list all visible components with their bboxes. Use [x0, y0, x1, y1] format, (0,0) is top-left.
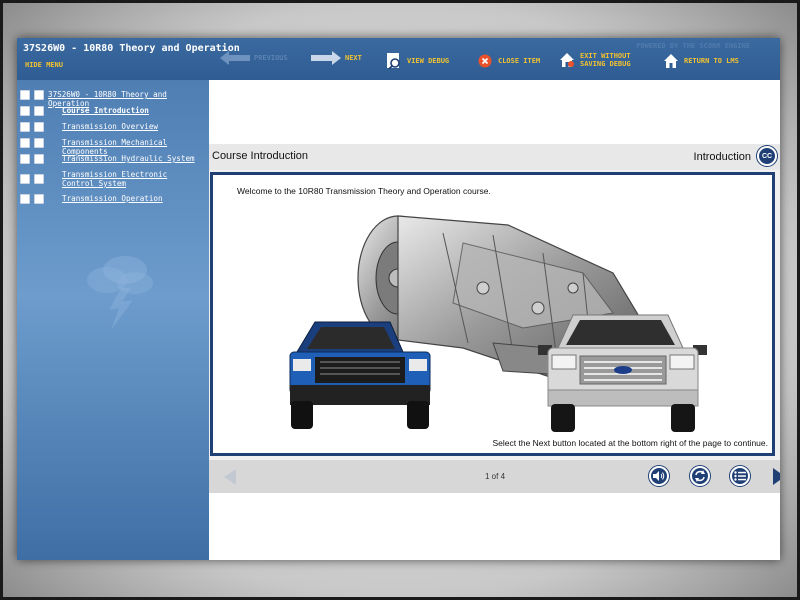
powered-by-text: POWERED BY THE SCORM ENGINE — [636, 42, 750, 50]
list-icon — [734, 471, 746, 481]
status-checkbox — [34, 90, 44, 100]
status-checkbox — [20, 194, 30, 204]
status-checkbox — [34, 194, 44, 204]
status-checkbox — [34, 122, 44, 132]
close-icon — [477, 53, 493, 69]
course-menu-sidebar: 37S26W0 - 10R80 Theory and Operation Cou… — [17, 80, 209, 560]
status-checkbox — [34, 106, 44, 116]
main-bottom-blank — [209, 493, 780, 560]
previous-button[interactable]: PREVIOUS — [220, 51, 288, 65]
sidebar-item-electronic-control-system[interactable]: Transmission Electronic Control System — [20, 170, 192, 188]
section-title: Introduction — [693, 151, 751, 163]
silver-truck-image — [538, 314, 707, 432]
view-debug-button[interactable]: VIEW DEBUG — [386, 53, 449, 69]
previous-page-button[interactable] — [223, 469, 237, 485]
sidebar-item-course-introduction[interactable]: Course Introduction — [20, 106, 149, 116]
continue-instruction: Select the Next button located at the bo… — [492, 438, 769, 448]
view-debug-label: VIEW DEBUG — [407, 57, 450, 65]
blue-truck-image — [289, 321, 431, 429]
status-checkbox — [20, 138, 30, 148]
replay-button[interactable] — [690, 466, 710, 486]
sidebar-item-label: Transmission Hydraulic System — [62, 154, 195, 163]
lesson-title: Course Introduction — [212, 150, 308, 162]
scorm-watermark-logo — [87, 256, 153, 330]
close-item-label: CLOSE ITEM — [498, 57, 541, 65]
arrow-right-icon — [311, 51, 341, 65]
exit-without-saving-button[interactable]: EXIT WITHOUT SAVING DEBUG — [559, 52, 631, 68]
sidebar-item-label: Transmission Operation — [62, 194, 163, 203]
previous-label: PREVIOUS — [254, 54, 288, 62]
top-toolbar: 37S26W0 - 10R80 Theory and Operation HID… — [17, 38, 780, 80]
status-checkbox — [34, 138, 44, 148]
arrow-left-icon — [220, 51, 250, 65]
close-item-button[interactable]: CLOSE ITEM — [477, 53, 540, 69]
course-title: 37S26W0 - 10R80 Theory and Operation — [23, 43, 240, 54]
return-to-lms-button[interactable]: RETURN TO LMS — [663, 53, 739, 69]
content-header-bar: Course Introduction Introduction CC — [209, 144, 780, 170]
hide-menu-link[interactable]: HIDE MENU — [25, 61, 63, 69]
page-counter: 1 of 4 — [485, 472, 506, 481]
next-button[interactable]: NEXT — [311, 51, 362, 65]
welcome-text: Welcome to the 10R80 Transmission Theory… — [237, 186, 491, 196]
sidebar-item-label: Transmission Electronic Control System — [62, 170, 168, 188]
next-page-button[interactable] — [772, 468, 780, 485]
scorm-player-window: 37S26W0 - 10R80 Theory and Operation HID… — [17, 38, 780, 560]
home-icon — [663, 53, 679, 69]
status-checkbox — [20, 90, 30, 100]
status-checkbox — [20, 174, 30, 184]
closed-caption-button[interactable]: CC — [757, 146, 777, 166]
return-to-lms-label: RETURN TO LMS — [684, 57, 739, 65]
cc-icon: CC — [761, 152, 773, 160]
sidebar-item-label: Course Introduction — [62, 106, 149, 115]
exit-label-group: EXIT WITHOUT SAVING DEBUG — [580, 52, 631, 68]
refresh-icon — [695, 470, 705, 482]
sidebar-item-hydraulic-system[interactable]: Transmission Hydraulic System — [20, 154, 195, 164]
debug-magnifier-icon — [386, 53, 402, 69]
main-top-blank — [209, 80, 780, 144]
sidebar-item-label: Transmission Overview — [62, 122, 159, 131]
exit-label-line2: SAVING DEBUG — [580, 60, 631, 68]
status-checkbox — [34, 154, 44, 164]
exit-house-icon — [559, 52, 575, 68]
lesson-content-panel: Welcome to the 10R80 Transmission Theory… — [210, 172, 775, 456]
speaker-icon — [653, 471, 665, 481]
status-checkbox — [20, 106, 30, 116]
sidebar-item-transmission-overview[interactable]: Transmission Overview — [20, 122, 158, 132]
menu-list-button[interactable] — [730, 466, 750, 486]
sidebar-item-transmission-operation[interactable]: Transmission Operation — [20, 194, 163, 204]
status-checkbox — [20, 154, 30, 164]
exit-label-line1: EXIT WITHOUT — [580, 52, 631, 60]
next-label: NEXT — [345, 54, 362, 62]
status-checkbox — [20, 122, 30, 132]
status-checkbox — [34, 174, 44, 184]
lesson-navigation-bar: 1 of 4 — [209, 460, 780, 493]
audio-button[interactable] — [649, 466, 669, 486]
